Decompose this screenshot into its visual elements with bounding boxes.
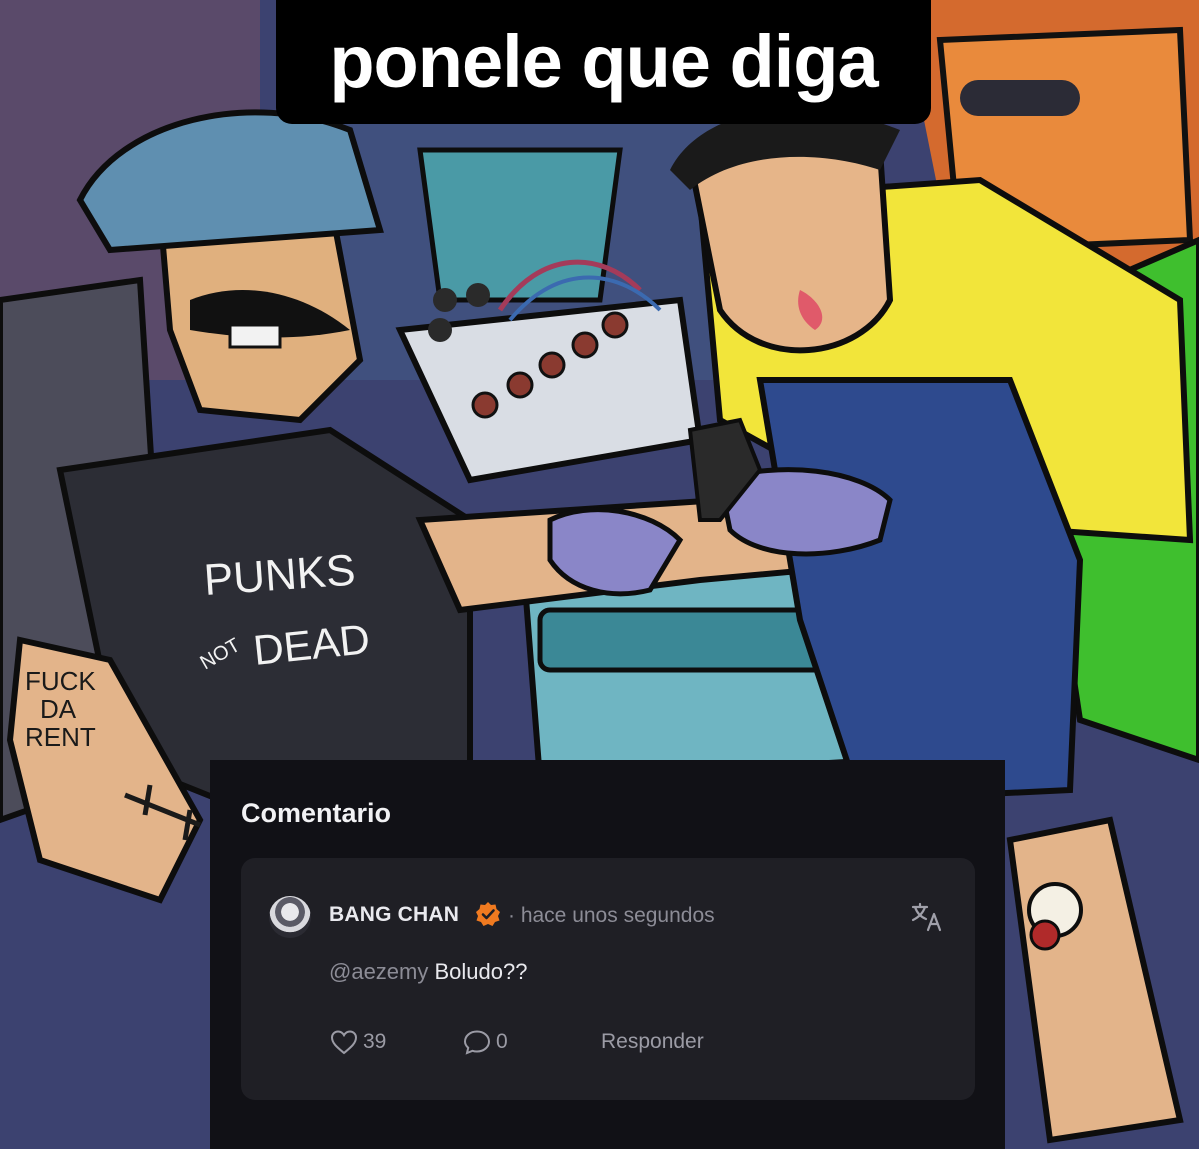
comment-body: @aezemy Boludo?? — [329, 959, 527, 985]
reply-button[interactable]: Responder — [601, 1027, 704, 1057]
arm-tattoo-line1: FUCK — [25, 666, 96, 696]
avatar[interactable] — [269, 896, 311, 938]
ink-cup-3 — [538, 351, 566, 379]
comment-timestamp: · hace unos segundos — [508, 904, 715, 927]
ink-cup-2 — [506, 371, 534, 399]
like-button[interactable]: 39 — [329, 1027, 386, 1057]
ink-cup-5 — [601, 311, 629, 339]
console-knob-2 — [466, 283, 490, 307]
comment-card: BANG CHAN · hace unos segundos @aezemy B… — [241, 858, 975, 1100]
replies-button[interactable]: 0 — [462, 1027, 508, 1057]
arm-tattoo-line2: DA — [40, 694, 77, 724]
punk-teeth — [228, 323, 282, 349]
arm-tattoo-line3: RENT — [25, 722, 96, 752]
orange-frame-slot — [960, 80, 1080, 116]
like-count: 39 — [363, 1030, 387, 1053]
comment-text: Boludo?? — [434, 959, 528, 984]
comment-mention[interactable]: @aezemy — [329, 959, 428, 984]
rose-tattoo — [1029, 919, 1061, 951]
heart-icon — [330, 1030, 358, 1055]
station-tray — [537, 607, 833, 673]
console-knob-1 — [433, 288, 457, 312]
chat-bubble-icon — [463, 1030, 491, 1055]
translate-icon[interactable] — [911, 902, 943, 932]
ink-cup-1 — [471, 391, 499, 419]
meme-screenshot: PUNKS NOT DEAD FUCK DA RENT ponele que d… — [0, 0, 1199, 1149]
meme-caption: ponele que diga — [276, 0, 931, 124]
console-knob-3 — [428, 318, 452, 342]
ink-cup-4 — [571, 331, 599, 359]
reply-count: 0 — [496, 1030, 508, 1053]
comment-panel: Comentario BANG CHAN · hace unos segundo… — [210, 760, 1005, 1149]
comment-username[interactable]: BANG CHAN — [329, 903, 459, 927]
verified-badge-icon — [476, 902, 500, 926]
panel-title: Comentario — [241, 798, 392, 828]
